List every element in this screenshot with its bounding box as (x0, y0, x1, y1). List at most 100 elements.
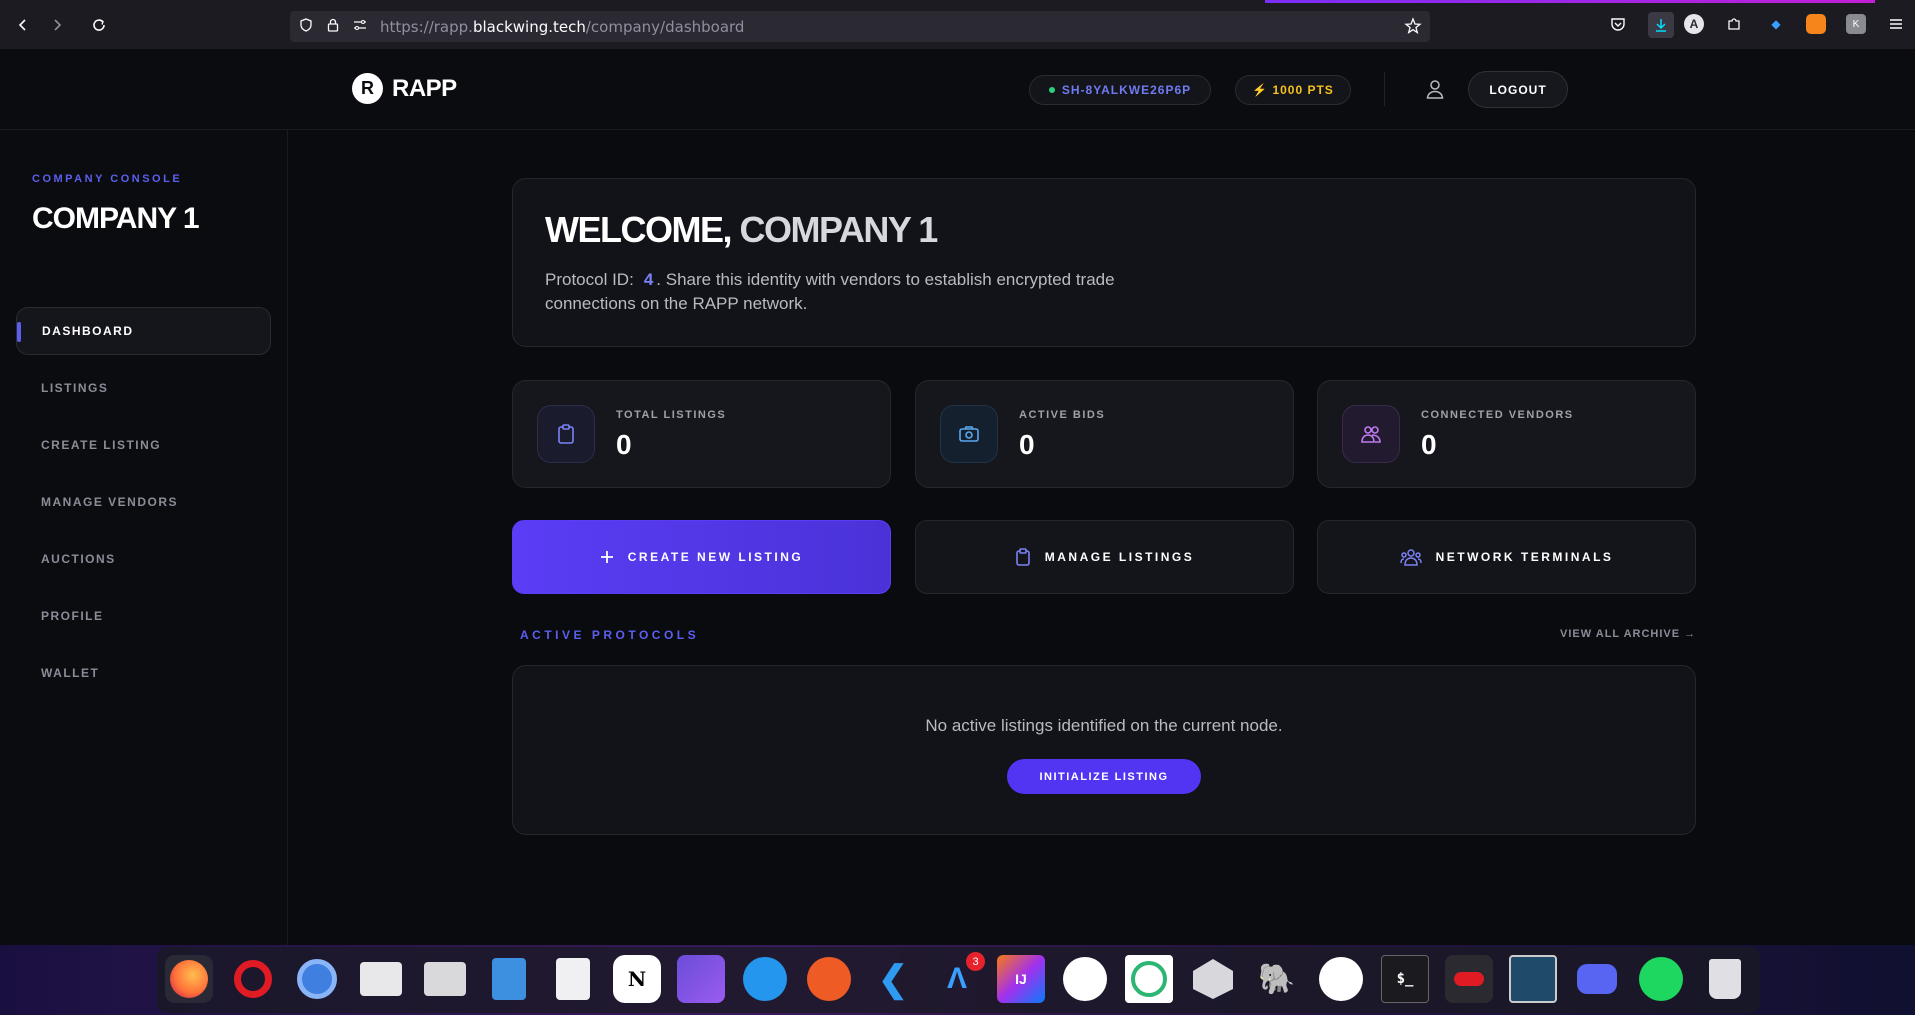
terminal-icon[interactable]: $_ (1381, 955, 1429, 1003)
app-store-icon[interactable] (1061, 955, 1109, 1003)
welcome-greeting: WELCOME, (545, 209, 732, 250)
spotify-icon[interactable] (1637, 955, 1685, 1003)
protocol-label: Protocol ID: (545, 270, 634, 289)
downloads-icon[interactable] (1648, 12, 1674, 38)
status-dot (1048, 87, 1055, 93)
welcome-title: WELCOME, COMPANY 1 (545, 209, 939, 251)
docker-icon[interactable] (741, 955, 789, 1003)
sidebar: COMPANY CONSOLE COMPANY 1 DASHBOARD LIST… (0, 130, 288, 945)
stat-card-total-listings: TOTAL LISTINGS 0 (512, 380, 891, 488)
page-loading-bar (1265, 0, 1875, 3)
console-label: COMPANY CONSOLE (32, 173, 183, 185)
user-profile-icon[interactable] (1424, 78, 1446, 100)
create-new-listing-label: CREATE NEW LISTING (627, 550, 804, 564)
session-id-text: SH-8YALKWE26P6P (1061, 83, 1192, 97)
create-new-listing-button[interactable]: CREATE NEW LISTING (512, 520, 891, 594)
active-protocols-empty-state: No active listings identified on the cur… (512, 665, 1696, 835)
hamburger-menu-icon[interactable] (1886, 14, 1906, 34)
account-avatar-icon[interactable]: A (1684, 14, 1704, 34)
stat-label: CONNECTED VENDORS (1421, 409, 1574, 421)
dbeaver-icon[interactable]: 🐘 (1253, 955, 1301, 1003)
back-button[interactable] (10, 12, 36, 38)
sidebar-item-auctions[interactable]: AUCTIONS (16, 535, 271, 583)
lock-icon[interactable] (325, 17, 341, 36)
unity-icon[interactable] (1189, 955, 1237, 1003)
protocol-description: Protocol ID: 4. Share this identity with … (545, 268, 1145, 316)
bookmark-star-icon[interactable] (1404, 17, 1422, 38)
active-protocols-heading: ACTIVE PROTOCOLS (520, 628, 700, 642)
downloads-folder-icon[interactable] (421, 955, 469, 1003)
firefox-icon[interactable] (165, 955, 213, 1003)
gem-extension-icon[interactable]: ◆ (1766, 14, 1786, 34)
sidebar-item-profile[interactable]: PROFILE (16, 592, 271, 640)
gitkraken-icon[interactable] (1125, 955, 1173, 1003)
mongodb-compass-icon[interactable] (1317, 955, 1365, 1003)
system-monitor-icon[interactable] (1509, 955, 1557, 1003)
opera-icon[interactable] (229, 955, 277, 1003)
address-bar[interactable]: https://rapp.blackwing.tech/company/dash… (290, 11, 1430, 42)
chromium-icon[interactable] (293, 955, 341, 1003)
network-terminals-button[interactable]: NETWORK TERMINALS (1317, 520, 1696, 594)
postman-icon[interactable] (805, 955, 853, 1003)
reload-icon (93, 19, 105, 31)
url-path: /company/dashboard (585, 17, 745, 36)
forward-button[interactable] (44, 12, 70, 38)
permissions-icon[interactable] (352, 17, 368, 36)
logout-button[interactable]: LOGOUT (1468, 71, 1568, 108)
k-extension-icon[interactable]: K (1846, 14, 1866, 34)
url-domain: blackwing.tech (472, 17, 586, 36)
network-terminals-label: NETWORK TERMINALS (1435, 550, 1614, 564)
discord-icon[interactable] (1573, 955, 1621, 1003)
logo-text[interactable]: RAPP (392, 75, 457, 103)
stat-value: 0 (1019, 429, 1035, 460)
stat-label: TOTAL LISTINGS (616, 409, 727, 421)
sidebar-item-create-listing[interactable]: CREATE LISTING (16, 421, 271, 469)
app-header (0, 49, 1915, 130)
stat-card-active-bids: ACTIVE BIDS 0 (915, 380, 1294, 488)
manage-listings-label: MANAGE LISTINGS (1044, 550, 1195, 564)
users-group-icon (1399, 549, 1422, 566)
notion-icon[interactable]: N (613, 955, 661, 1003)
sidebar-item-dashboard[interactable]: DASHBOARD (16, 307, 271, 355)
pocket-icon[interactable] (1608, 14, 1628, 34)
reload-button[interactable] (86, 12, 112, 38)
users-icon (1342, 405, 1400, 463)
stat-label: ACTIVE BIDS (1019, 409, 1106, 421)
metamask-fox-icon[interactable] (1806, 14, 1826, 34)
text-editor-icon[interactable] (549, 955, 597, 1003)
initialize-listing-button[interactable]: INITIALIZE LISTING (1007, 759, 1201, 794)
shield-icon[interactable] (298, 17, 314, 36)
sidebar-item-manage-vendors[interactable]: MANAGE VENDORS (16, 478, 271, 526)
vscode-icon[interactable]: ❮ (869, 955, 917, 1003)
session-id-badge: SH-8YALKWE26P6P (1029, 75, 1211, 105)
clipboard-icon (537, 405, 595, 463)
notes-app-icon[interactable] (677, 955, 725, 1003)
logo-icon[interactable]: R (352, 73, 383, 104)
camera-icon (940, 405, 998, 463)
manage-listings-button[interactable]: MANAGE LISTINGS (915, 520, 1294, 594)
url-text: https://rapp.blackwing.tech/company/dash… (380, 18, 744, 36)
points-badge: ⚡ 1000 PTS (1235, 75, 1351, 105)
view-all-archive-link[interactable]: VIEW ALL ARCHIVE → (1560, 628, 1696, 640)
files-icon[interactable] (357, 955, 405, 1003)
intellij-icon[interactable]: IJ (997, 955, 1045, 1003)
notification-badge: 3 (966, 952, 985, 971)
welcome-company-name: COMPANY 1 (739, 209, 939, 250)
toggle-app-icon[interactable] (1445, 955, 1493, 1003)
protocol-id: 4 (643, 270, 654, 289)
stat-value: 0 (616, 429, 632, 460)
plus-icon (600, 551, 613, 563)
trash-icon[interactable] (1701, 955, 1749, 1003)
document-viewer-icon[interactable] (485, 955, 533, 1003)
arrow-left-icon (18, 19, 26, 31)
company-name: COMPANY 1 (32, 202, 200, 235)
arrow-right-icon (54, 19, 62, 31)
header-divider (1384, 72, 1385, 106)
welcome-card: WELCOME, COMPANY 1 Protocol ID: 4. Share … (512, 178, 1696, 347)
stat-card-connected-vendors: CONNECTED VENDORS 0 (1317, 380, 1696, 488)
sidebar-item-wallet[interactable]: WALLET (16, 649, 271, 697)
browser-toolbar: https://rapp.blackwing.tech/company/dash… (0, 0, 1915, 49)
extensions-puzzle-icon[interactable] (1724, 14, 1744, 34)
sidebar-item-listings[interactable]: LISTINGS (16, 364, 271, 412)
url-prefix: https://rapp. (380, 17, 473, 36)
